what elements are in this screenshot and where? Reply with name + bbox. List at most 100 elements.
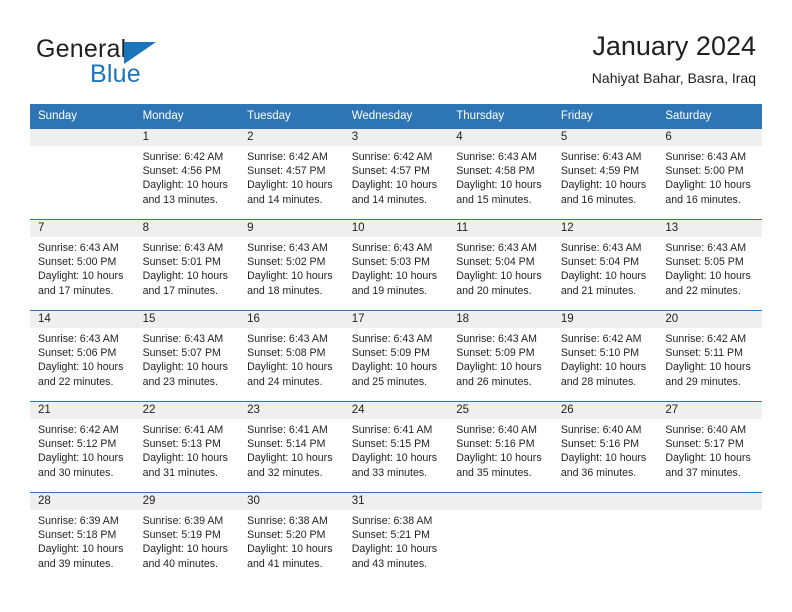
sunrise-text: Sunrise: 6:42 AM	[560, 333, 642, 345]
day-info: Sunrise: 6:41 AM Sunset: 5:14 PM Daylight:…	[239, 419, 344, 480]
sunrise-text: Sunrise: 6:43 AM	[38, 333, 119, 345]
weekday-header-tuesday: Tuesday	[239, 104, 344, 129]
day-info: Sunrise: 6:41 AM Sunset: 5:15 PM Daylight:…	[344, 419, 449, 480]
weekday-header-monday: Monday	[134, 104, 240, 129]
sunset-text: Sunset: 5:04 PM	[456, 256, 535, 269]
day-number: 9	[239, 220, 344, 237]
day-cell[interactable]: 29 Sunrise: 6:39 AM Sunset: 5:19 PM Dayligh…	[134, 493, 240, 583]
day-cell[interactable]: 20 Sunrise: 6:42 AM Sunset: 5:11 PM Dayligh…	[657, 311, 762, 401]
sunrise-text: Sunrise: 6:43 AM	[456, 333, 537, 345]
day-info: Sunrise: 6:43 AM Sunset: 5:07 PM Daylight:…	[135, 328, 240, 389]
day-cell[interactable]: 23 Sunrise: 6:41 AM Sunset: 5:14 PM Dayligh…	[239, 402, 344, 492]
daylight-text: Daylight: 10 hours and 39 minutes.	[38, 543, 124, 570]
calendar-week-row: 1 Sunrise: 6:42 AM Sunset: 4:56 PM Daylight…	[30, 129, 762, 220]
day-cell[interactable]: 12 Sunrise: 6:43 AM Sunset: 5:04 PM Dayligh…	[552, 220, 658, 310]
calendar-cell: 23 Sunrise: 6:41 AM Sunset: 5:14 PM Dayligh…	[239, 401, 344, 493]
day-cell[interactable]: 15 Sunrise: 6:43 AM Sunset: 5:07 PM Dayligh…	[134, 311, 240, 401]
day-cell[interactable]: 27 Sunrise: 6:40 AM Sunset: 5:17 PM Dayligh…	[657, 402, 762, 492]
sunset-text: Sunset: 5:03 PM	[351, 256, 431, 269]
sunset-text: Sunset: 5:02 PM	[247, 256, 326, 269]
sunrise-text: Sunrise: 6:43 AM	[351, 242, 433, 254]
daylight-text: Daylight: 10 hours and 17 minutes.	[38, 270, 124, 297]
day-info: Sunrise: 6:43 AM Sunset: 5:00 PM Daylight:…	[657, 146, 762, 207]
day-cell[interactable]: 26 Sunrise: 6:40 AM Sunset: 5:16 PM Dayligh…	[552, 402, 658, 492]
sunrise-text: Sunrise: 6:43 AM	[247, 333, 328, 345]
day-cell[interactable]: 4 Sunrise: 6:43 AM Sunset: 4:58 PM Daylight…	[448, 129, 553, 219]
calendar-page: General Blue January 2024 Nahiyat Bahar,…	[0, 0, 792, 612]
day-cell[interactable]: 28 Sunrise: 6:39 AM Sunset: 5:18 PM Dayligh…	[30, 493, 135, 583]
sunset-text: Sunset: 5:20 PM	[247, 529, 326, 542]
day-cell[interactable]: 19 Sunrise: 6:42 AM Sunset: 5:10 PM Dayligh…	[552, 311, 658, 401]
calendar-cell: 2 Sunrise: 6:42 AM Sunset: 4:57 PM Daylight…	[239, 129, 344, 220]
day-cell[interactable]: 30 Sunrise: 6:38 AM Sunset: 5:20 PM Dayligh…	[239, 493, 344, 583]
calendar-cell: 27 Sunrise: 6:40 AM Sunset: 5:17 PM Dayligh…	[657, 401, 762, 493]
day-number: 18	[448, 311, 553, 328]
page-title: January 2024	[592, 31, 756, 61]
day-cell[interactable]: 25 Sunrise: 6:40 AM Sunset: 5:16 PM Dayligh…	[448, 402, 553, 492]
day-cell[interactable]: 3 Sunrise: 6:42 AM Sunset: 4:57 PM Daylight…	[343, 129, 449, 219]
day-cell[interactable]: 9 Sunrise: 6:43 AM Sunset: 5:02 PM Daylight…	[239, 220, 344, 310]
sunrise-text: Sunrise: 6:40 AM	[665, 424, 747, 436]
day-cell[interactable]: 11 Sunrise: 6:43 AM Sunset: 5:04 PM Dayligh…	[448, 220, 553, 310]
sunset-text: Sunset: 5:13 PM	[142, 438, 221, 451]
day-cell[interactable]: 24 Sunrise: 6:41 AM Sunset: 5:15 PM Dayligh…	[343, 402, 449, 492]
day-number: 1	[134, 129, 240, 146]
day-cell[interactable]: 7 Sunrise: 6:43 AM Sunset: 5:00 PM Daylight…	[30, 220, 135, 310]
calendar-cell: 1 Sunrise: 6:42 AM Sunset: 4:56 PM Daylight…	[134, 129, 240, 220]
daylight-text: Daylight: 10 hours and 26 minutes.	[456, 361, 542, 388]
day-info: Sunrise: 6:42 AM Sunset: 4:56 PM Daylight:…	[135, 146, 240, 207]
day-cell[interactable]: 10 Sunrise: 6:43 AM Sunset: 5:03 PM Dayligh…	[343, 220, 449, 310]
weekday-header-wednesday: Wednesday	[343, 104, 449, 129]
day-cell[interactable]: 22 Sunrise: 6:41 AM Sunset: 5:13 PM Dayligh…	[134, 402, 240, 492]
day-number: 28	[30, 493, 135, 510]
day-cell[interactable]: 14 Sunrise: 6:43 AM Sunset: 5:06 PM Dayligh…	[30, 311, 135, 401]
day-number: 24	[343, 402, 449, 419]
daylight-text: Daylight: 10 hours and 15 minutes.	[456, 179, 542, 206]
calendar-cell	[30, 129, 135, 220]
weekday-header-thursday: Thursday	[448, 104, 553, 129]
day-cell[interactable]: 17 Sunrise: 6:43 AM Sunset: 5:09 PM Dayligh…	[343, 311, 449, 401]
day-cell[interactable]: 1 Sunrise: 6:42 AM Sunset: 4:56 PM Daylight…	[134, 129, 240, 219]
daylight-text: Daylight: 10 hours and 17 minutes.	[142, 270, 228, 297]
calendar-cell: 21 Sunrise: 6:42 AM Sunset: 5:12 PM Dayligh…	[30, 401, 135, 493]
day-cell[interactable]: 31 Sunrise: 6:38 AM Sunset: 5:21 PM Dayligh…	[343, 493, 449, 583]
calendar-cell: 22 Sunrise: 6:41 AM Sunset: 5:13 PM Dayligh…	[134, 401, 240, 493]
day-cell[interactable]: 13 Sunrise: 6:43 AM Sunset: 5:05 PM Dayligh…	[657, 220, 762, 310]
logo-text-general: General	[36, 35, 127, 63]
daylight-text: Daylight: 10 hours and 31 minutes.	[142, 452, 228, 479]
day-cell[interactable]: 2 Sunrise: 6:42 AM Sunset: 4:57 PM Daylight…	[239, 129, 344, 219]
calendar-container: Sunday Monday Tuesday Wednesday Thursday…	[30, 104, 762, 583]
calendar-cell: 16 Sunrise: 6:43 AM Sunset: 5:08 PM Dayligh…	[239, 310, 344, 402]
general-blue-logo[interactable]: General Blue	[36, 36, 256, 88]
day-number	[657, 493, 762, 510]
sunset-text: Sunset: 5:04 PM	[560, 256, 640, 269]
sunrise-text: Sunrise: 6:42 AM	[665, 333, 747, 345]
calendar-cell: 13 Sunrise: 6:43 AM Sunset: 5:05 PM Dayligh…	[657, 219, 762, 311]
weekday-header-saturday: Saturday	[657, 104, 762, 129]
day-number: 10	[343, 220, 449, 237]
sunrise-text: Sunrise: 6:42 AM	[38, 424, 119, 436]
calendar-cell: 12 Sunrise: 6:43 AM Sunset: 5:04 PM Dayligh…	[552, 219, 658, 311]
daylight-text: Daylight: 10 hours and 32 minutes.	[247, 452, 333, 479]
calendar-week-row: 28 Sunrise: 6:39 AM Sunset: 5:18 PM Dayligh…	[30, 492, 762, 583]
day-info: Sunrise: 6:43 AM Sunset: 4:58 PM Daylight:…	[448, 146, 553, 207]
title-block: January 2024 Nahiyat Bahar, Basra, Iraq	[592, 30, 756, 87]
day-cell[interactable]: 18 Sunrise: 6:43 AM Sunset: 5:09 PM Dayligh…	[448, 311, 553, 401]
day-cell[interactable]: 6 Sunrise: 6:43 AM Sunset: 5:00 PM Daylight…	[657, 129, 762, 219]
sunrise-text: Sunrise: 6:42 AM	[247, 151, 328, 163]
day-cell[interactable]: 5 Sunrise: 6:43 AM Sunset: 4:59 PM Daylight…	[552, 129, 658, 219]
day-cell[interactable]: 16 Sunrise: 6:43 AM Sunset: 5:08 PM Dayligh…	[239, 311, 344, 401]
sunset-text: Sunset: 5:00 PM	[38, 256, 117, 269]
day-number: 4	[448, 129, 553, 146]
sunrise-text: Sunrise: 6:42 AM	[351, 151, 433, 163]
day-info: Sunrise: 6:39 AM Sunset: 5:18 PM Daylight:…	[30, 510, 135, 571]
sunset-text: Sunset: 4:57 PM	[351, 165, 431, 178]
daylight-text: Daylight: 10 hours and 13 minutes.	[142, 179, 228, 206]
sunset-text: Sunset: 5:07 PM	[142, 347, 221, 360]
day-cell[interactable]: 8 Sunrise: 6:43 AM Sunset: 5:01 PM Daylight…	[134, 220, 240, 310]
daylight-text: Daylight: 10 hours and 41 minutes.	[247, 543, 333, 570]
calendar-week-row: 21 Sunrise: 6:42 AM Sunset: 5:12 PM Dayligh…	[30, 401, 762, 493]
day-number: 16	[239, 311, 344, 328]
sunrise-text: Sunrise: 6:40 AM	[560, 424, 642, 436]
day-cell[interactable]: 21 Sunrise: 6:42 AM Sunset: 5:12 PM Dayligh…	[30, 402, 135, 492]
